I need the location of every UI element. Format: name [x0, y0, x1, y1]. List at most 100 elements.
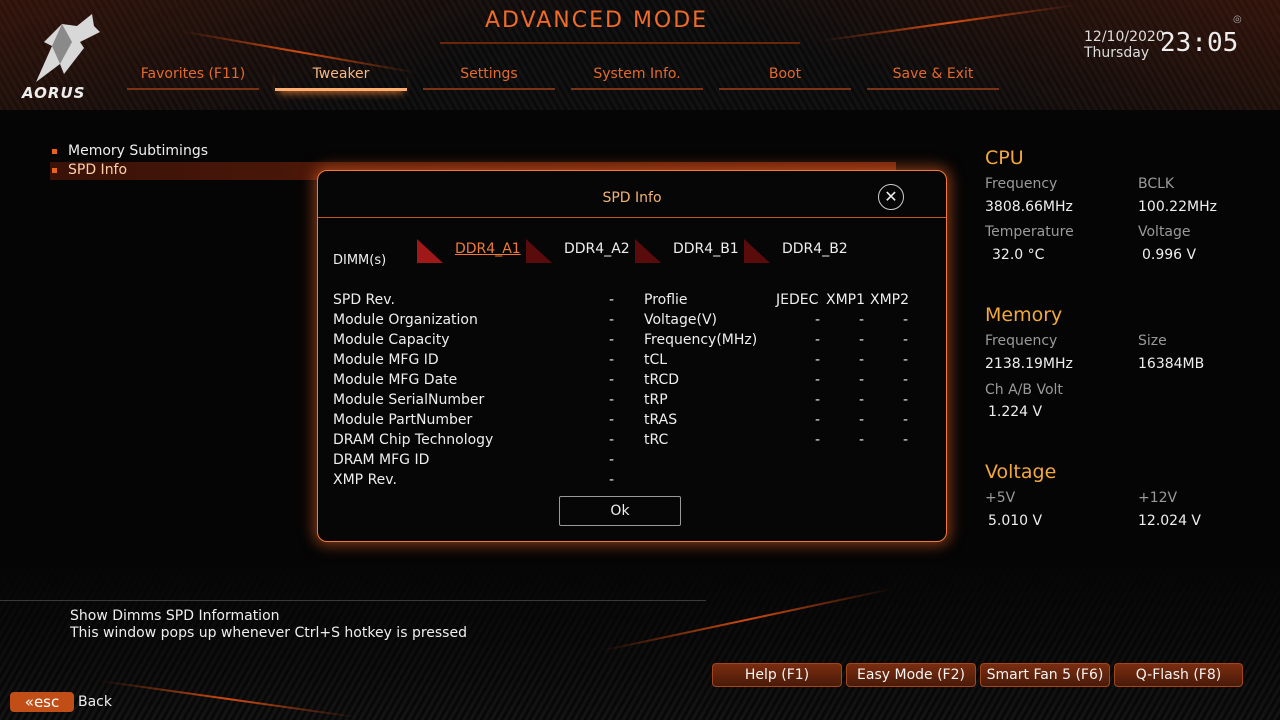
cpu-temperature-label: Temperature	[985, 224, 1074, 240]
memory-frequency-label: Frequency	[985, 333, 1058, 349]
tab-tweaker[interactable]: Tweaker	[275, 66, 407, 91]
profile-row-label: Voltage(V)	[644, 312, 718, 328]
spd-row-label: SPD Rev.	[333, 292, 395, 308]
spd-row-value: -	[609, 372, 615, 388]
spd-row-label: XMP Rev.	[333, 472, 397, 488]
spd-row-label: Module SerialNumber	[333, 392, 485, 408]
spd-row-value: -	[609, 352, 615, 368]
profile-cell: -	[859, 432, 865, 448]
profile-cell: -	[903, 352, 909, 368]
easy-mode-button[interactable]: Easy Mode (F2)	[846, 663, 976, 687]
memory-section-title: Memory	[985, 304, 1063, 326]
profile-cell: -	[815, 392, 821, 408]
tab-settings[interactable]: Settings	[423, 66, 555, 90]
spd-row-label: Module PartNumber	[333, 412, 473, 428]
spd-row-value: -	[609, 312, 615, 328]
volt-5v-value: 5.010 V	[988, 513, 1043, 529]
settings-dot-icon[interactable]: ◎	[1233, 14, 1242, 25]
profile-cell: -	[815, 432, 821, 448]
brand-label: AORUS	[22, 84, 86, 102]
profile-cell: -	[903, 412, 909, 428]
smart-fan-button[interactable]: Smart Fan 5 (F6)	[980, 663, 1110, 687]
profile-row-label: Frequency(MHz)	[644, 332, 758, 348]
memory-size-value: 16384MB	[1138, 356, 1205, 372]
profile-cell: -	[859, 332, 865, 348]
profile-col-jedec: JEDEC	[776, 292, 819, 308]
tab-favorites[interactable]: Favorites (F11)	[127, 66, 259, 90]
cpu-voltage-label: Voltage	[1138, 224, 1191, 240]
help-f1-button[interactable]: Help (F1)	[712, 663, 842, 687]
profile-cell: -	[859, 372, 865, 388]
profile-cell: -	[903, 432, 909, 448]
spd-row-value: -	[609, 332, 615, 348]
menu-item-label: Memory Subtimings	[68, 143, 208, 159]
spd-row-value: -	[609, 292, 615, 308]
spd-row-label: Module Capacity	[333, 332, 450, 348]
profile-col-xmp1: XMP1	[826, 292, 866, 308]
bullet-icon	[52, 167, 57, 173]
spd-row-value: -	[609, 392, 615, 408]
close-button[interactable]: ✕	[878, 184, 904, 210]
page-title: ADVANCED MODE	[485, 8, 709, 33]
voltage-section-title: Voltage	[985, 461, 1057, 483]
memory-size-label: Size	[1138, 333, 1167, 349]
cpu-temperature-value: 32.0 °C	[992, 247, 1045, 263]
volt-12v-value: 12.024 V	[1138, 513, 1202, 529]
profile-cell: -	[903, 332, 909, 348]
profile-row-label: tCL	[644, 352, 668, 368]
volt-5v-label: +5V	[985, 490, 1016, 506]
profile-row-label: tRC	[644, 432, 669, 448]
cpu-section-title: CPU	[985, 147, 1024, 169]
ok-button[interactable]: Ok	[559, 496, 681, 526]
tab-marker-icon	[526, 239, 552, 263]
spd-row-label: Module MFG Date	[333, 372, 458, 388]
spd-row-label: DRAM Chip Technology	[333, 432, 494, 448]
profile-cell: -	[815, 312, 821, 328]
help-text-line-1: Show Dimms SPD Information	[70, 608, 280, 624]
profile-cell: -	[815, 352, 821, 368]
tab-save-exit[interactable]: Save & Exit	[867, 66, 999, 90]
profile-cell: -	[815, 412, 821, 428]
dimm-tab-label: DDR4_B2	[782, 241, 848, 257]
profile-cell: -	[903, 312, 909, 328]
dimm-label: DIMM(s)	[333, 253, 387, 268]
help-text-line-2: This window pops up whenever Ctrl+S hotk…	[70, 625, 467, 641]
tab-marker-icon	[635, 239, 661, 263]
menu-item-spd-info[interactable]: SPD Info	[52, 162, 127, 178]
cpu-bclk-value: 100.22MHz	[1138, 199, 1217, 215]
tab-system-info[interactable]: System Info.	[571, 66, 703, 90]
menu-item-memory-subtimings[interactable]: Memory Subtimings	[52, 143, 208, 159]
spd-row-label: Module Organization	[333, 312, 478, 328]
profile-row-label: tRCD	[644, 372, 680, 388]
spd-row-label: DRAM MFG ID	[333, 452, 430, 468]
spd-row-value: -	[609, 472, 615, 488]
back-label[interactable]: Back	[78, 694, 112, 710]
date-display: 12/10/2020 Thursday	[1084, 29, 1165, 61]
memory-chab-volt-label: Ch A/B Volt	[985, 382, 1063, 398]
date-text: 12/10/2020	[1084, 29, 1165, 45]
profile-cell: -	[815, 332, 821, 348]
cpu-voltage-value: 0.996 V	[1142, 247, 1197, 263]
spd-row-label: Module MFG ID	[333, 352, 439, 368]
profile-cell: -	[903, 372, 909, 388]
spd-row-value: -	[609, 412, 615, 428]
profile-cell: -	[903, 392, 909, 408]
q-flash-button[interactable]: Q-Flash (F8)	[1114, 663, 1243, 687]
tab-boot[interactable]: Boot	[719, 66, 851, 90]
profile-cell: -	[859, 392, 865, 408]
bullet-icon	[52, 148, 57, 154]
profile-row-label: tRP	[644, 392, 668, 408]
spd-row-value: -	[609, 452, 615, 468]
cpu-frequency-value: 3808.66MHz	[985, 199, 1073, 215]
esc-button[interactable]: «esc	[10, 692, 74, 712]
tab-marker-icon	[744, 239, 770, 263]
profile-header-label: Proflie	[644, 292, 688, 308]
day-text: Thursday	[1084, 45, 1150, 61]
volt-12v-label: +12V	[1138, 490, 1178, 506]
spd-row-value: -	[609, 432, 615, 448]
cpu-bclk-label: BCLK	[1138, 176, 1175, 192]
memory-frequency-value: 2138.19MHz	[985, 356, 1073, 372]
spd-info-dialog: SPD Info ✕ DIMM(s) DDR4_A1 DDR4_A2 DDR4_…	[317, 170, 947, 542]
profile-cell: -	[859, 312, 865, 328]
cpu-frequency-label: Frequency	[985, 176, 1058, 192]
